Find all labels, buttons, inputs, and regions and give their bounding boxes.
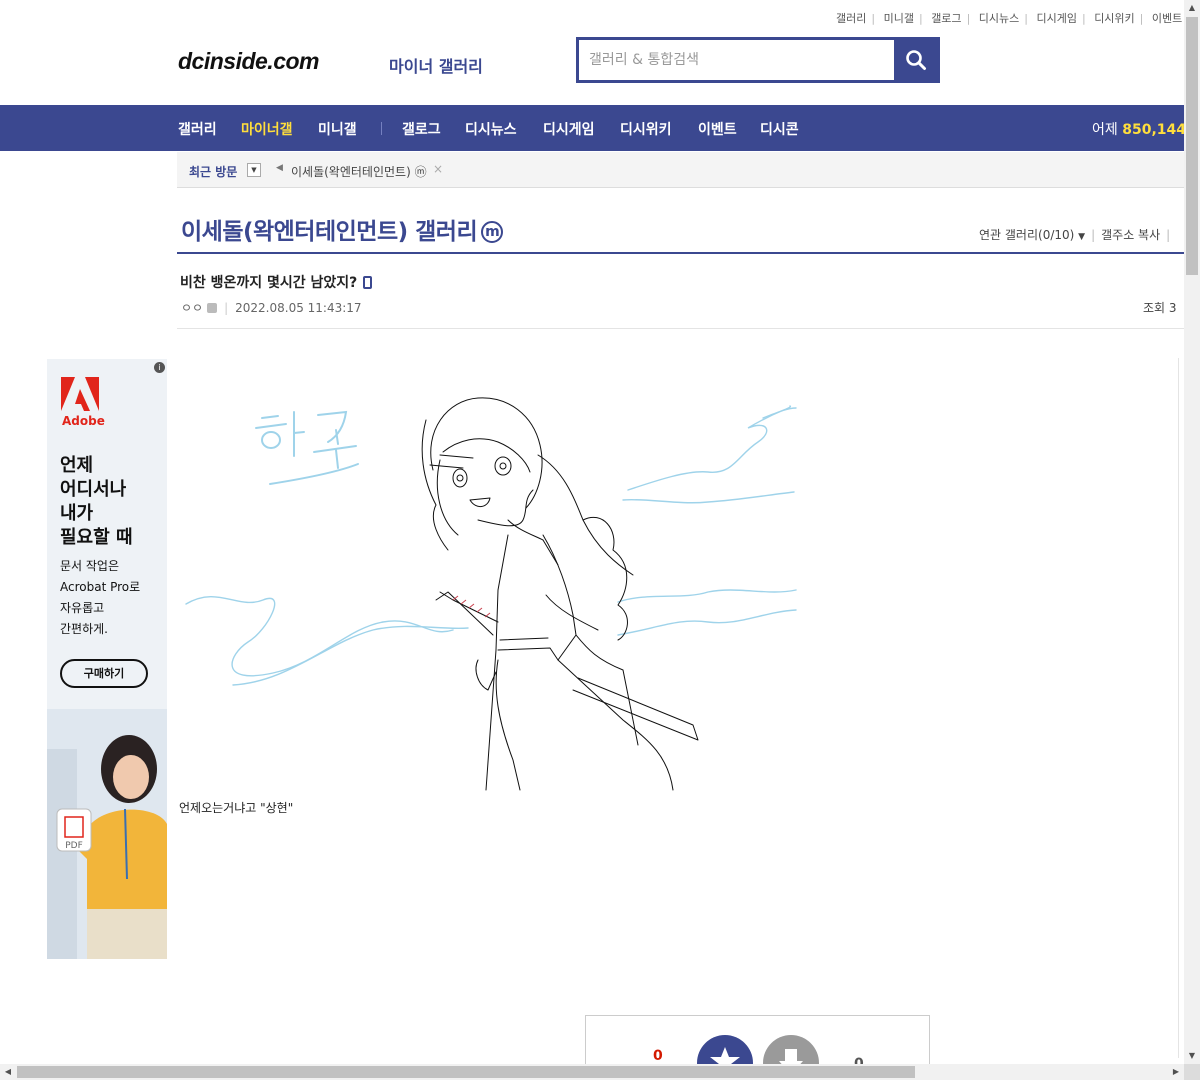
- yesterday-value: 850,144: [1122, 122, 1184, 138]
- util-link-dcwiki[interactable]: 디시위키: [1094, 12, 1134, 25]
- site-logo-subtitle[interactable]: 마이너 갤러리: [389, 53, 483, 77]
- caret-down-icon: ▼: [1078, 232, 1086, 242]
- recent-visit-item[interactable]: 이세돌(왁엔터테인먼트) ⓜ: [291, 163, 427, 180]
- nav-divider: [381, 122, 382, 135]
- ad-headline-line: 어디서나: [60, 479, 127, 500]
- ad-info-icon[interactable]: i: [154, 362, 165, 373]
- scrollbar-corner: [1184, 1064, 1200, 1080]
- ad-body-line: 자유롭고: [60, 601, 105, 615]
- recent-prev-icon[interactable]: ◀: [276, 163, 283, 173]
- nav-item-gallery[interactable]: 갤러리: [178, 119, 217, 139]
- nav-item-dcwiki[interactable]: 디시위키: [620, 119, 672, 139]
- search-button[interactable]: [894, 40, 937, 80]
- util-link-dcgame[interactable]: 디시게임: [1036, 12, 1076, 25]
- scroll-left-icon[interactable]: ◀: [0, 1064, 16, 1080]
- copy-address-button[interactable]: 갤주소 복사: [1101, 228, 1160, 242]
- search-icon: [905, 50, 926, 70]
- post-date: 2022.08.05 11:43:17: [235, 301, 362, 315]
- yesterday-label: 어제: [1092, 122, 1118, 138]
- recommend-up-count: 0: [653, 1048, 663, 1064]
- side-ad-banner[interactable]: i Adobe 언제 어디서나 내가 필요할 때 문서 작업은 Acrobat …: [47, 359, 167, 959]
- site-logo[interactable]: dcinside.com: [178, 48, 319, 75]
- horizontal-scroll-thumb[interactable]: [17, 1066, 915, 1078]
- util-link-minigall[interactable]: 미니갤: [884, 12, 914, 25]
- ad-buy-button[interactable]: 구매하기: [60, 659, 148, 688]
- adobe-logo-icon: [61, 377, 99, 411]
- search-input[interactable]: [579, 40, 897, 80]
- horizontal-scrollbar[interactable]: ◀ ▶: [0, 1064, 1184, 1080]
- nav-item-gallog[interactable]: 갤로그: [402, 119, 441, 139]
- ad-body-line: 문서 작업은: [60, 559, 120, 573]
- ad-brand-name: Adobe: [62, 414, 105, 428]
- gallery-title[interactable]: 이세돌(왁엔터테인먼트) 갤러리 m: [181, 212, 504, 246]
- nav-item-dcgame[interactable]: 디시게임: [543, 119, 595, 139]
- user-badge-icon: [207, 303, 218, 313]
- post-header-divider: [177, 328, 1184, 329]
- mobile-icon: [363, 276, 373, 289]
- title-underline: [177, 252, 1184, 254]
- related-gallery-button[interactable]: 연관 갤러리(0/10) ▼: [979, 228, 1085, 242]
- content-right-border: [1178, 358, 1179, 1058]
- scroll-right-icon[interactable]: ▶: [1168, 1064, 1184, 1080]
- post-body-text: 언제오는거냐고 "상현": [179, 801, 294, 815]
- gallery-tools: 연관 갤러리(0/10) ▼ | 갤주소 복사 |: [979, 228, 1171, 242]
- post-meta: ㅇㅇ | 2022.08.05 11:43:17: [181, 301, 362, 315]
- util-link-dcnews[interactable]: 디시뉴스: [979, 12, 1019, 25]
- scroll-up-icon[interactable]: ▲: [1184, 0, 1200, 16]
- gallery-title-text: 이세돌(왁엔터테인먼트) 갤러리: [181, 219, 478, 245]
- recent-visit-bar: 최근 방문 ▼ ◀ 이세돌(왁엔터테인먼트) ⓜ ×: [177, 152, 1184, 188]
- nav-item-dccon[interactable]: 디시콘: [760, 119, 799, 139]
- yesterday-visitors: 어제 850,144: [1092, 119, 1184, 139]
- ad-body-line: Acrobat Pro로: [60, 580, 141, 594]
- post-image-drawing: [185, 397, 797, 791]
- main-nav: 갤러리 마이너갤 미니갤 갤로그 디시뉴스 디시게임 디시위키 이벤트 디시콘 …: [0, 105, 1184, 151]
- scroll-down-icon[interactable]: ▼: [1184, 1048, 1200, 1064]
- ad-headline-line: 내가: [60, 503, 94, 524]
- recent-visit-label: 최근 방문: [189, 165, 238, 179]
- nav-item-dcnews[interactable]: 디시뉴스: [465, 119, 517, 139]
- minor-gallery-badge-icon: m: [481, 221, 504, 243]
- nav-item-mini-gallery[interactable]: 미니갤: [318, 119, 357, 139]
- ad-body-line: 간편하게.: [60, 622, 108, 636]
- post-author[interactable]: ㅇㅇ: [181, 301, 203, 315]
- ad-photo-woman: PDF: [47, 709, 167, 959]
- nav-item-minor-gallery[interactable]: 마이너갤: [241, 119, 293, 139]
- ad-body: 문서 작업은 Acrobat Pro로 자유롭고 간편하게.: [60, 556, 140, 640]
- recent-visit-toggle[interactable]: ▼: [247, 163, 261, 177]
- post-subject-text: 비찬 뱅온까지 몇시간 남았지?: [180, 275, 358, 291]
- vertical-scroll-thumb[interactable]: [1186, 17, 1198, 275]
- util-link-gallery[interactable]: 갤러리: [836, 12, 866, 25]
- search-box: [576, 37, 940, 83]
- ad-headline-line: 언제: [60, 455, 94, 476]
- pdf-icon: PDF: [65, 841, 83, 851]
- util-link-event[interactable]: 이벤트: [1152, 12, 1182, 25]
- vertical-scrollbar[interactable]: ▲ ▼: [1184, 0, 1200, 1064]
- ad-headline-line: 필요할 때: [60, 527, 133, 548]
- post-views: 조회 3: [1143, 301, 1177, 315]
- utility-links: 갤러리| 미니갤| 갤로그| 디시뉴스| 디시게임| 디시위키| 이벤트|: [836, 12, 1191, 25]
- ad-headline: 언제 어디서나 내가 필요할 때: [60, 454, 133, 550]
- util-link-gallog[interactable]: 갤로그: [931, 12, 961, 25]
- recent-item-close-icon[interactable]: ×: [433, 162, 443, 176]
- post-subject: 비찬 뱅온까지 몇시간 남았지?: [180, 272, 373, 292]
- nav-item-event[interactable]: 이벤트: [698, 119, 737, 139]
- related-gallery-label: 연관 갤러리(0/10): [979, 228, 1075, 242]
